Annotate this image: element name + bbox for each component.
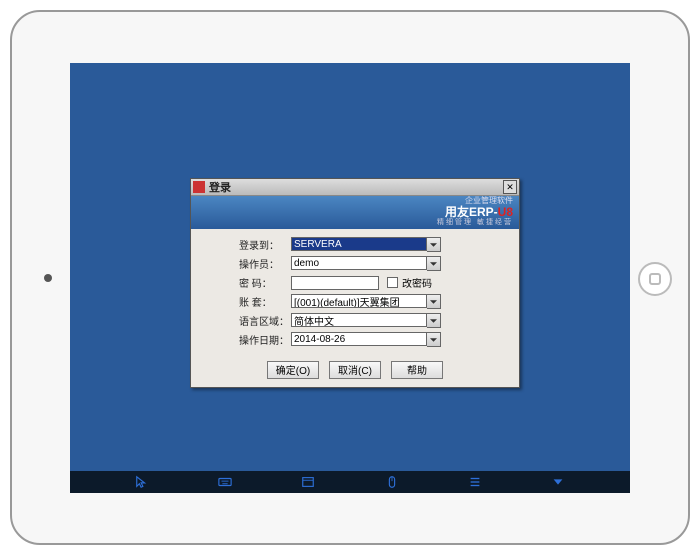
label-operation-date: 操作日期： [239,332,291,347]
keyboard-icon[interactable] [217,475,233,489]
operation-date-combo[interactable]: 2014-08-26 [291,332,441,347]
label-password: 密 码： [239,275,291,290]
app-icon [193,181,205,193]
brand-block: 企业管理软件 用友ERP-U8 精细管理 敏捷经营 [437,197,513,227]
window-icon[interactable] [300,475,316,489]
account-set-combo[interactable]: [(001)(default)]天翼集团 [291,294,441,309]
login-to-combo[interactable]: SERVERA [291,237,441,252]
ok-button[interactable]: 确定(O) [267,361,319,379]
tablet-frame: 登录 ✕ 企业管理软件 用友ERP-U8 精细管理 敏捷经营 登录到： SE [10,10,690,545]
pointer-icon[interactable] [134,475,150,489]
desktop-screen: 登录 ✕ 企业管理软件 用友ERP-U8 精细管理 敏捷经营 登录到： SE [70,63,630,493]
chevron-down-icon[interactable] [427,332,441,347]
chevron-down-icon[interactable] [427,313,441,328]
home-button[interactable] [638,262,672,296]
chevron-down-icon[interactable] [427,256,441,271]
chevron-down-icon[interactable] [427,237,441,252]
label-account-set: 账 套： [239,294,291,309]
close-button[interactable]: ✕ [503,180,517,194]
cancel-button[interactable]: 取消(C) [329,361,381,379]
account-set-value[interactable]: [(001)(default)]天翼集团 [291,294,427,308]
label-language: 语言区域： [239,313,291,328]
mouse-icon[interactable] [384,475,400,489]
login-form: 登录到： SERVERA 操作员： demo 密 码： [191,229,519,355]
language-value[interactable]: 简体中文 [291,313,427,327]
brand-name: 用友ERP-U8 [437,206,513,219]
dialog-titlebar: 登录 ✕ [191,179,519,196]
operator-combo[interactable]: demo [291,256,441,271]
brand-tagline: 精细管理 敏捷经营 [437,219,513,227]
label-operator: 操作员： [239,256,291,271]
taskbar [70,471,630,493]
brand-banner: 企业管理软件 用友ERP-U8 精细管理 敏捷经营 [191,196,519,229]
camera-dot [44,274,52,282]
operation-date-value[interactable]: 2014-08-26 [291,332,427,346]
login-to-value[interactable]: SERVERA [291,237,427,251]
menu-icon[interactable] [467,475,483,489]
operator-value[interactable]: demo [291,256,427,270]
help-button[interactable]: 帮助 [391,361,443,379]
dialog-title: 登录 [209,179,503,195]
chevron-down-icon[interactable] [427,294,441,309]
change-password-checkbox[interactable] [387,277,398,288]
password-input[interactable] [291,276,379,290]
button-row: 确定(O) 取消(C) 帮助 [191,355,519,387]
dropdown-icon[interactable] [550,475,566,489]
label-login-to: 登录到： [239,237,291,252]
language-combo[interactable]: 简体中文 [291,313,441,328]
label-change-password: 改密码 [402,275,432,290]
login-dialog: 登录 ✕ 企业管理软件 用友ERP-U8 精细管理 敏捷经营 登录到： SE [190,178,520,388]
